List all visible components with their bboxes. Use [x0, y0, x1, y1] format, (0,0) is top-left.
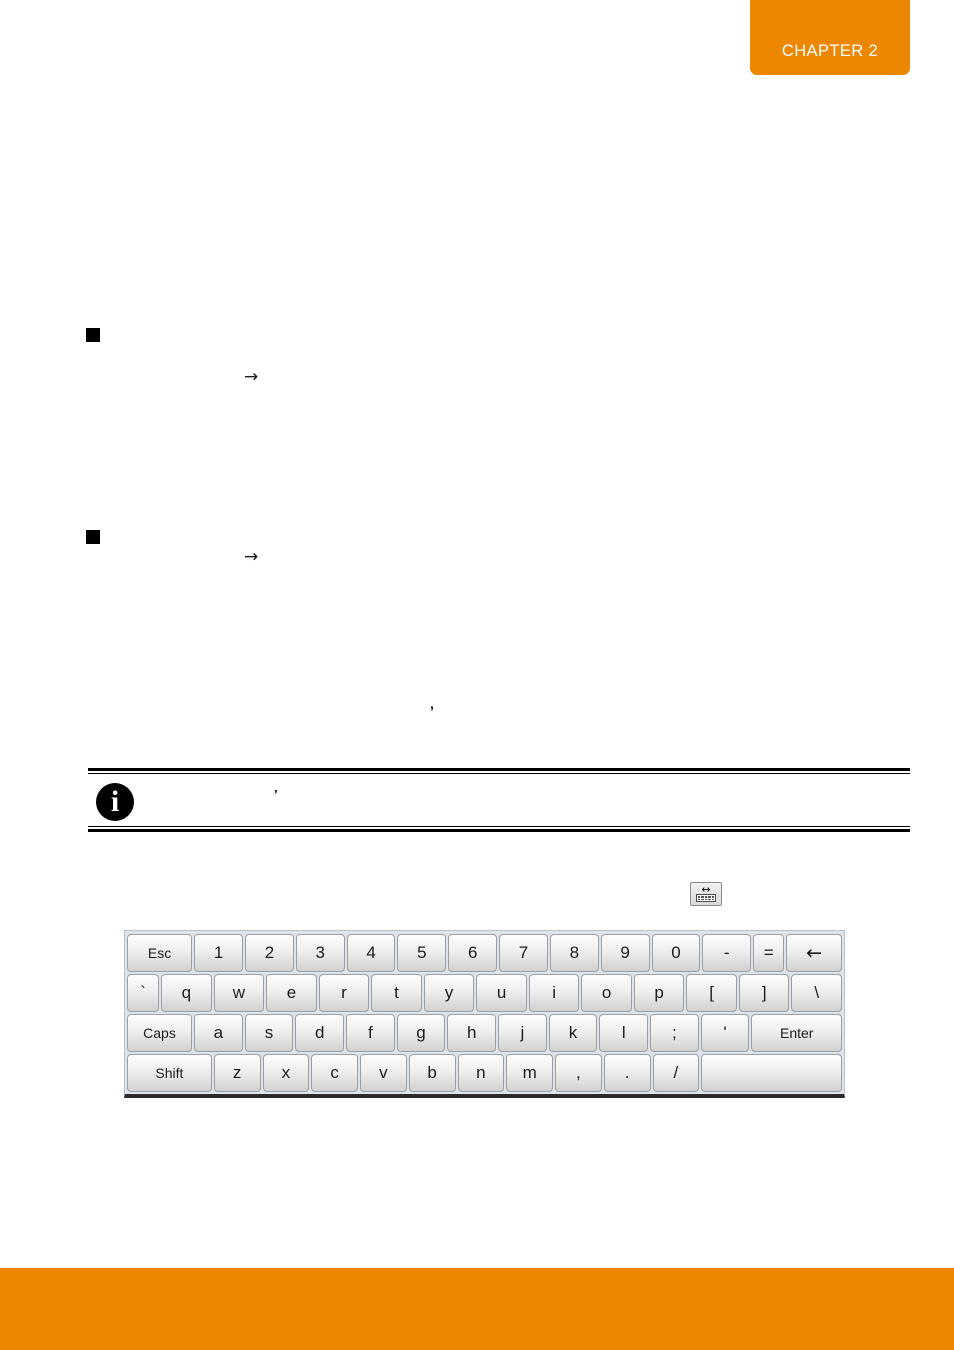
top-letter-row: ` q w e r t y u i o p[] \ [127, 974, 842, 1012]
key-esc[interactable]: Esc [127, 934, 193, 972]
double-arrow-icon: ↔ [701, 883, 711, 896]
key-symbol[interactable]: [ [686, 974, 737, 1012]
apostrophe-mark: ’ [430, 703, 434, 719]
key-w[interactable]: w [213, 974, 265, 1012]
on-screen-keyboard[interactable]: Esc 1 2 3 4 5 6 7 8 9 0- = ← ` q w e r t y u i o p[] \ Caps a s d f g h… [124, 930, 845, 1098]
key-symbol[interactable]: = [753, 934, 785, 972]
key-symbol[interactable]: ] [738, 974, 790, 1012]
key-e[interactable]: e [266, 974, 317, 1012]
key-u[interactable]: u [476, 974, 527, 1012]
chapter-tab: CHAPTER 2 [750, 0, 910, 75]
key-p[interactable]: p [633, 974, 685, 1012]
key-t[interactable]: t [371, 974, 422, 1012]
key-s[interactable]: s [244, 1014, 294, 1052]
key-d[interactable]: d [295, 1014, 345, 1052]
key-caps[interactable]: Caps [127, 1014, 192, 1052]
key-a[interactable]: a [194, 1014, 243, 1052]
info-note-apostrophe: ’ [274, 787, 278, 802]
key-3[interactable]: 3 [295, 934, 345, 972]
key-b[interactable]: b [408, 1054, 456, 1092]
key-symbol[interactable]: ' [700, 1014, 750, 1052]
key-q[interactable]: q [161, 974, 212, 1012]
key-shift[interactable]: Shift [127, 1054, 212, 1092]
bottom-letter-row: Shift z x c v b n m,. / [127, 1054, 842, 1092]
key-7[interactable]: 7 [499, 934, 548, 972]
key-j[interactable]: j [498, 1014, 547, 1052]
key-1[interactable]: 1 [194, 934, 244, 972]
resize-keyboard-icon[interactable]: ↔ [690, 882, 722, 906]
key-v[interactable]: v [360, 1054, 407, 1092]
key-2[interactable]: 2 [245, 934, 294, 972]
key-0[interactable]: 0 [651, 934, 701, 972]
info-note: i ’ [88, 768, 910, 832]
right-arrow-icon-1: → [244, 367, 259, 387]
key-z[interactable]: z [213, 1054, 261, 1092]
key-f[interactable]: f [346, 1014, 395, 1052]
key-o[interactable]: o [581, 974, 632, 1012]
key-symbol[interactable]: , [555, 1054, 602, 1092]
key-n[interactable]: n [457, 1054, 505, 1092]
home-letter-row: Caps a s d f g h j k l; ' Enter [127, 1014, 843, 1052]
page-content: CHAPTER 2 → → ’ i ’ ↔ Esc 1 2 3 4 5 6 7 8 9 0- = ← ` q… [0, 0, 954, 1350]
key-symbol[interactable]: - [702, 934, 752, 972]
bullet-marker-1 [86, 328, 100, 342]
key-9[interactable]: 9 [600, 934, 650, 972]
key-enter[interactable]: Enter [751, 1014, 843, 1052]
key-symbol[interactable]: ← [786, 934, 842, 972]
key-symbol[interactable]: ; [650, 1014, 699, 1052]
key-symbol[interactable]: ` [127, 974, 160, 1012]
key-r[interactable]: r [318, 974, 370, 1012]
key-k[interactable]: k [548, 1014, 598, 1052]
bullet-marker-2 [86, 530, 100, 544]
key-8[interactable]: 8 [549, 934, 599, 972]
key-h[interactable]: h [447, 1014, 497, 1052]
key-x[interactable]: x [262, 1054, 310, 1092]
key-space[interactable] [701, 1054, 842, 1092]
key-l[interactable]: l [599, 1014, 649, 1052]
key-5[interactable]: 5 [397, 934, 447, 972]
key-i[interactable]: i [528, 974, 580, 1012]
key-4[interactable]: 4 [346, 934, 396, 972]
mini-keyboard-icon [696, 894, 716, 902]
key-symbol[interactable]: \ [791, 974, 842, 1012]
key-symbol[interactable]: . [603, 1054, 651, 1092]
right-arrow-icon-2: → [244, 547, 259, 567]
key-6[interactable]: 6 [448, 934, 498, 972]
key-symbol[interactable]: / [652, 1054, 700, 1092]
key-c[interactable]: c [311, 1054, 359, 1092]
chapter-tab-label: CHAPTER 2 [781, 42, 879, 60]
footer-bar [0, 1268, 954, 1350]
key-y[interactable]: y [423, 974, 475, 1012]
key-g[interactable]: g [396, 1014, 446, 1052]
info-icon: i [96, 783, 134, 821]
key-m[interactable]: m [506, 1054, 554, 1092]
number-row: Esc 1 2 3 4 5 6 7 8 9 0- = ← [127, 934, 842, 972]
